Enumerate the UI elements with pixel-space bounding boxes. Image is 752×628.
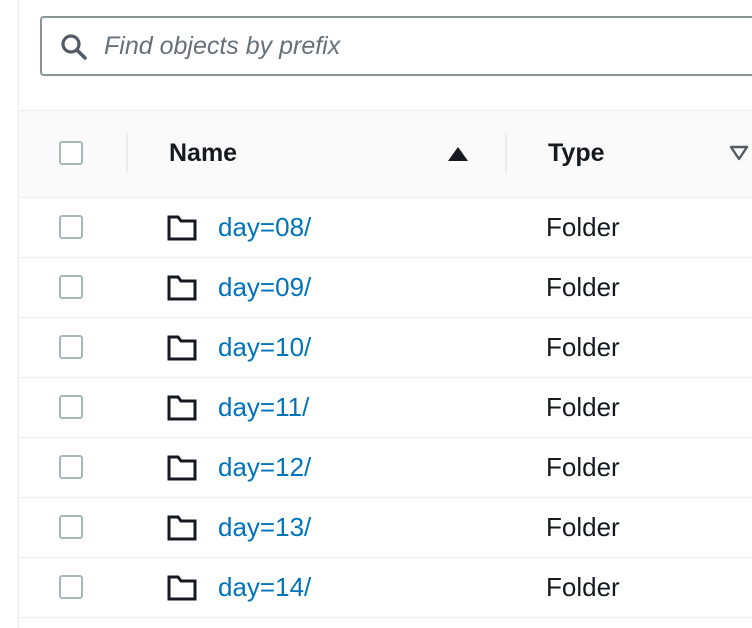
folder-icon bbox=[167, 275, 197, 301]
object-type: Folder bbox=[546, 452, 620, 482]
row-checkbox[interactable] bbox=[59, 335, 83, 359]
table-header: Name Type bbox=[19, 111, 752, 198]
row-checkbox[interactable] bbox=[59, 575, 83, 599]
column-header-type[interactable]: Type bbox=[548, 139, 605, 168]
object-name-link[interactable]: day=11/ bbox=[218, 392, 309, 423]
object-type: Folder bbox=[546, 272, 620, 302]
sort-unsorted-icon[interactable] bbox=[729, 145, 749, 161]
object-name-link[interactable]: day=13/ bbox=[218, 512, 311, 543]
column-header-name[interactable]: Name bbox=[169, 139, 237, 168]
row-checkbox[interactable] bbox=[59, 515, 83, 539]
table-row[interactable]: day=14/ Folder bbox=[19, 558, 752, 618]
row-checkbox[interactable] bbox=[59, 455, 83, 479]
table-row[interactable]: day=09/ Folder bbox=[19, 258, 752, 318]
column-divider[interactable] bbox=[505, 133, 507, 173]
object-type: Folder bbox=[546, 392, 620, 422]
row-checkbox[interactable] bbox=[59, 395, 83, 419]
table-row[interactable]: day=08/ Folder bbox=[19, 198, 752, 258]
object-name-link[interactable]: day=14/ bbox=[218, 572, 311, 603]
object-type: Folder bbox=[546, 572, 620, 602]
object-type: Folder bbox=[546, 512, 620, 542]
object-name-link[interactable]: day=12/ bbox=[218, 452, 311, 483]
table-row[interactable]: day=12/ Folder bbox=[19, 438, 752, 498]
folder-icon bbox=[167, 515, 197, 541]
object-name-link[interactable]: day=08/ bbox=[218, 212, 311, 243]
column-divider bbox=[126, 133, 128, 173]
search-icon bbox=[61, 34, 87, 60]
folder-icon bbox=[167, 215, 197, 241]
row-checkbox[interactable] bbox=[59, 215, 83, 239]
left-panel-edge bbox=[0, 0, 19, 628]
object-type: Folder bbox=[546, 332, 620, 362]
sort-ascending-icon[interactable] bbox=[448, 147, 468, 161]
folder-icon bbox=[167, 575, 197, 601]
object-name-link[interactable]: day=10/ bbox=[218, 332, 311, 363]
row-checkbox[interactable] bbox=[59, 275, 83, 299]
table-row[interactable]: day=10/ Folder bbox=[19, 318, 752, 378]
search-input[interactable] bbox=[104, 18, 744, 74]
table-row[interactable]: day=11/ Folder bbox=[19, 378, 752, 438]
object-type: Folder bbox=[546, 212, 620, 242]
table-row[interactable]: day=13/ Folder bbox=[19, 498, 752, 558]
folder-icon bbox=[167, 455, 197, 481]
folder-icon bbox=[167, 395, 197, 421]
select-all-checkbox[interactable] bbox=[59, 141, 83, 165]
object-name-link[interactable]: day=09/ bbox=[218, 272, 311, 303]
folder-icon bbox=[167, 335, 197, 361]
search-box[interactable] bbox=[40, 16, 752, 76]
